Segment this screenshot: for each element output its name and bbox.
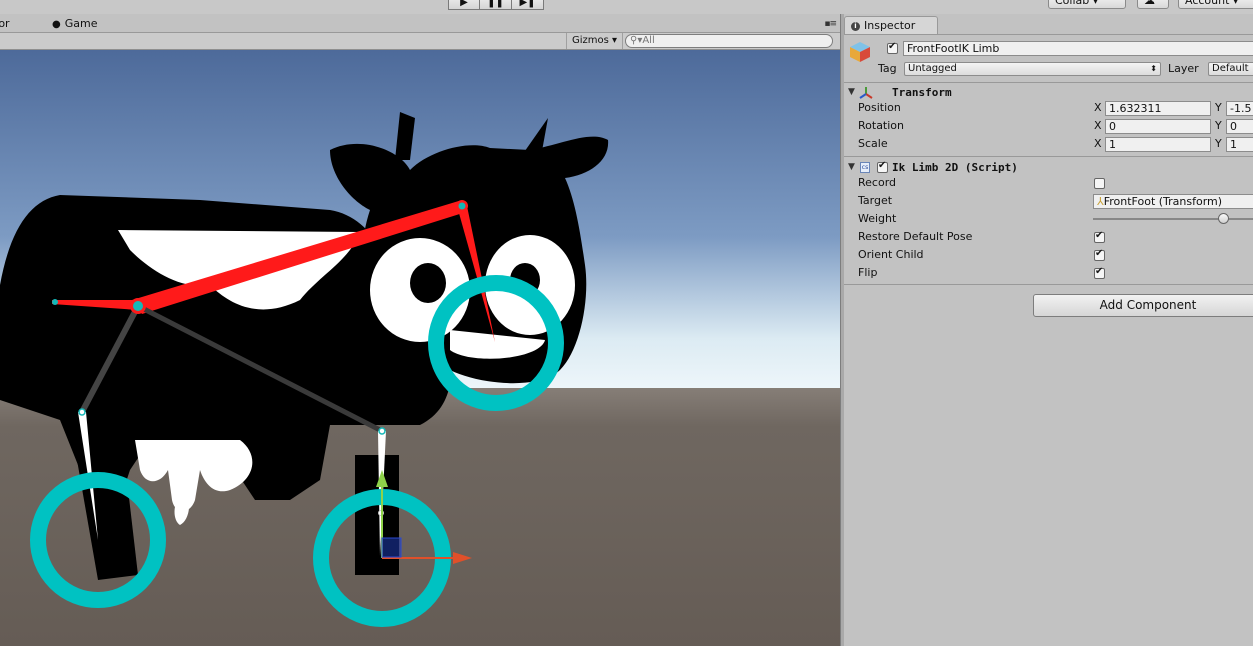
flip-checkbox[interactable] (1094, 266, 1105, 279)
position-x-field[interactable]: 1.632311 (1105, 101, 1211, 116)
position-label: Position (858, 101, 901, 114)
cloud-button[interactable]: ☁ (1137, 0, 1169, 9)
panel-menu-icon[interactable]: ▪≡ (824, 19, 837, 29)
component-divider (844, 156, 1253, 157)
weight-slider-track[interactable] (1093, 218, 1253, 220)
scale-label: Scale (858, 137, 888, 150)
rotation-label: Rotation (858, 119, 905, 132)
rotation-y-field[interactable]: 0 (1226, 119, 1253, 134)
transform-header[interactable]: ▼ Transform (844, 84, 1253, 102)
ik-limb-enabled-checkbox[interactable] (877, 160, 888, 173)
search-icon: ⚲▾ (630, 35, 643, 46)
collab-button[interactable]: Collab ▾ (1048, 0, 1126, 9)
scale-x-field[interactable]: 1 (1105, 137, 1211, 152)
tab-scene[interactable]: tor (0, 14, 26, 33)
flip-label: Flip (858, 266, 878, 279)
orient-child-label: Orient Child (858, 248, 924, 261)
scene-canvas (0, 50, 840, 646)
transform-icon: ⅄ (1097, 195, 1104, 208)
gizmos-dropdown[interactable]: Gizmos ▾ (566, 33, 624, 49)
orient-child-checkbox[interactable] (1094, 248, 1105, 261)
tab-game[interactable]: ● Game (44, 14, 105, 33)
weight-slider-thumb[interactable] (1217, 213, 1229, 224)
target-label: Target (858, 194, 893, 207)
record-checkbox[interactable] (1094, 178, 1105, 189)
foldout-arrow-icon[interactable]: ▼ (848, 87, 855, 97)
component-divider (844, 284, 1253, 285)
position-x-label[interactable]: X (1094, 101, 1102, 115)
tab-inspector[interactable]: i Inspector (844, 16, 938, 34)
game-controller-icon: ● (52, 19, 61, 30)
cloud-icon: ☁ (1144, 0, 1155, 7)
rotation-x-field[interactable]: 0 (1105, 119, 1211, 134)
dropdown-arrows-icon: ⬍ (1150, 64, 1157, 73)
add-component-button[interactable]: Add Component (1033, 294, 1253, 317)
gameobject-name-field[interactable]: FrontFootIK Limb (903, 41, 1253, 56)
gameobject-active-checkbox[interactable] (887, 41, 898, 54)
rotation-y-label[interactable]: Y (1215, 119, 1222, 133)
inspector-body: FrontFootIK Limb Tag Untagged⬍ Layer Def… (844, 34, 1253, 646)
restore-default-pose-label: Restore Default Pose (858, 230, 973, 243)
info-icon: i (851, 22, 860, 31)
account-button[interactable]: Account ▾ (1178, 0, 1253, 9)
target-object-field[interactable]: ⅄FrontFoot (Transform) (1093, 194, 1253, 209)
scene-view[interactable] (0, 50, 840, 646)
scale-y-field[interactable]: 1 (1226, 137, 1253, 152)
pause-button[interactable]: ❚❚ (480, 0, 512, 10)
scale-x-label[interactable]: X (1094, 137, 1102, 151)
scene-control-bar: Gizmos ▾ ⚲▾All (0, 33, 840, 50)
tag-label: Tag (878, 62, 897, 75)
scene-search-input[interactable]: ⚲▾All (625, 34, 833, 48)
position-y-label[interactable]: Y (1215, 101, 1222, 115)
script-icon: cs (860, 162, 870, 173)
record-label: Record (858, 176, 897, 189)
rotation-x-label[interactable]: X (1094, 119, 1102, 133)
ik-limb-title: Ik Limb 2D (Script) (892, 161, 1018, 174)
pause-icon: ❚❚ (487, 0, 504, 8)
unity-editor: ▶ ❚❚ ▶❚ Collab ▾ ☁ Account ▾ tor ●Game ▪… (0, 0, 1253, 646)
transform-title: Transform (892, 86, 952, 99)
gameobject-cube-icon (850, 42, 870, 62)
play-button[interactable]: ▶ (448, 0, 480, 10)
play-icon: ▶ (460, 0, 468, 8)
restore-default-pose-checkbox[interactable] (1094, 230, 1105, 243)
gameobject-header: FrontFootIK Limb Tag Untagged⬍ Layer Def… (844, 35, 1253, 83)
tag-dropdown[interactable]: Untagged ⬍ (904, 62, 1161, 76)
scale-y-label[interactable]: Y (1215, 137, 1222, 151)
main-toolbar: ▶ ❚❚ ▶❚ Collab ▾ ☁ Account ▾ (0, 0, 1253, 14)
step-icon: ▶❚ (519, 0, 536, 8)
weight-label: Weight (858, 212, 897, 225)
position-y-field[interactable]: -1.5 (1226, 101, 1253, 116)
inspector-panel: iInspector FrontFootIK Limb Tag Untagged… (844, 14, 1253, 646)
transform-icon (859, 87, 873, 99)
layer-label: Layer (1168, 62, 1199, 75)
step-button[interactable]: ▶❚ (512, 0, 544, 10)
playback-controls: ▶ ❚❚ ▶❚ (448, 0, 544, 10)
scene-tab-bar: tor ●Game ▪≡ (0, 14, 840, 33)
ik-limb-header[interactable]: ▼ cs Ik Limb 2D (Script) (844, 159, 1253, 177)
layer-dropdown[interactable]: Default (1208, 62, 1253, 76)
foldout-arrow-icon[interactable]: ▼ (848, 162, 855, 172)
